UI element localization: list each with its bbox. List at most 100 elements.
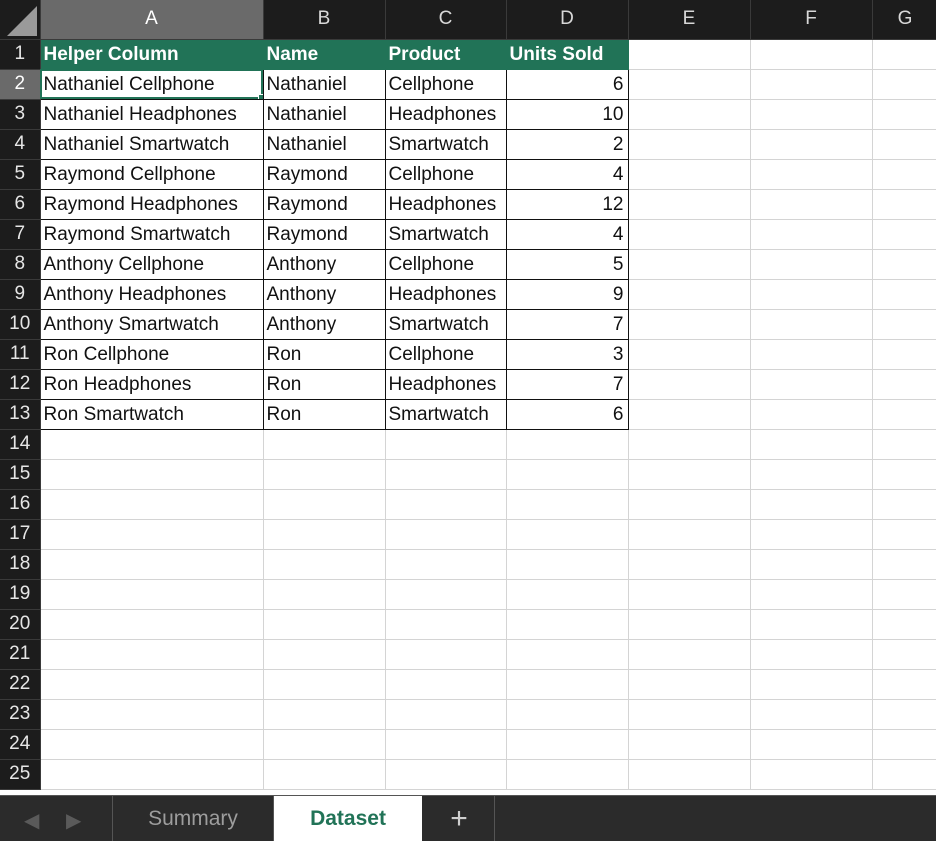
cell-b10[interactable]: Anthony: [262, 308, 386, 340]
cell-a8[interactable]: Anthony Cellphone: [39, 248, 264, 280]
cell-f15[interactable]: [750, 459, 873, 490]
fill-handle[interactable]: [257, 93, 262, 98]
row-header-6[interactable]: 6: [0, 189, 41, 220]
cell-b1[interactable]: Name: [262, 38, 386, 70]
cell-g20[interactable]: [872, 609, 936, 640]
cell-c5[interactable]: Cellphone: [384, 158, 507, 190]
cell-f11[interactable]: [750, 339, 873, 370]
cell-f6[interactable]: [750, 189, 873, 220]
cell-f16[interactable]: [750, 489, 873, 520]
row-header-23[interactable]: 23: [0, 699, 41, 730]
row-header-7[interactable]: 7: [0, 219, 41, 250]
column-header-g[interactable]: G: [872, 0, 936, 40]
cell-g13[interactable]: [872, 399, 936, 430]
select-all-corner[interactable]: [0, 0, 41, 40]
cell-g11[interactable]: [872, 339, 936, 370]
cell-c20[interactable]: [385, 609, 507, 640]
cell-f17[interactable]: [750, 519, 873, 550]
cell-c4[interactable]: Smartwatch: [384, 128, 507, 160]
cell-b19[interactable]: [263, 579, 386, 610]
cell-b25[interactable]: [263, 759, 386, 790]
cell-g22[interactable]: [872, 669, 936, 700]
cell-c24[interactable]: [385, 729, 507, 760]
cell-c1[interactable]: Product: [384, 38, 507, 70]
cell-e13[interactable]: [628, 399, 751, 430]
cell-f2[interactable]: [750, 69, 873, 100]
cell-a24[interactable]: [40, 729, 264, 760]
cell-c2[interactable]: Cellphone: [384, 68, 507, 100]
row-header-16[interactable]: 16: [0, 489, 41, 520]
cell-f12[interactable]: [750, 369, 873, 400]
cell-g10[interactable]: [872, 309, 936, 340]
cell-a19[interactable]: [40, 579, 264, 610]
cell-b6[interactable]: Raymond: [262, 188, 386, 220]
cell-e5[interactable]: [628, 159, 751, 190]
cell-e20[interactable]: [628, 609, 751, 640]
cell-d18[interactable]: [506, 549, 629, 580]
cell-g12[interactable]: [872, 369, 936, 400]
row-header-19[interactable]: 19: [0, 579, 41, 610]
cell-f13[interactable]: [750, 399, 873, 430]
row-header-14[interactable]: 14: [0, 429, 41, 460]
cell-g5[interactable]: [872, 159, 936, 190]
cell-d6[interactable]: 12: [505, 188, 629, 220]
cell-b18[interactable]: [263, 549, 386, 580]
cell-a11[interactable]: Ron Cellphone: [39, 338, 264, 370]
cell-f20[interactable]: [750, 609, 873, 640]
cell-c10[interactable]: Smartwatch: [384, 308, 507, 340]
cell-g23[interactable]: [872, 699, 936, 730]
cell-e24[interactable]: [628, 729, 751, 760]
cell-b15[interactable]: [263, 459, 386, 490]
cell-d10[interactable]: 7: [505, 308, 629, 340]
cell-d24[interactable]: [506, 729, 629, 760]
row-header-15[interactable]: 15: [0, 459, 41, 490]
cell-f18[interactable]: [750, 549, 873, 580]
cell-f3[interactable]: [750, 99, 873, 130]
cell-b14[interactable]: [263, 429, 386, 460]
cell-d7[interactable]: 4: [505, 218, 629, 250]
row-header-5[interactable]: 5: [0, 159, 41, 190]
cell-e7[interactable]: [628, 219, 751, 250]
row-header-22[interactable]: 22: [0, 669, 41, 700]
cell-d25[interactable]: [506, 759, 629, 790]
cell-g19[interactable]: [872, 579, 936, 610]
cell-a1[interactable]: Helper Column: [39, 38, 264, 70]
cell-d14[interactable]: [506, 429, 629, 460]
row-header-18[interactable]: 18: [0, 549, 41, 580]
cell-e6[interactable]: [628, 189, 751, 220]
cell-d16[interactable]: [506, 489, 629, 520]
cell-d4[interactable]: 2: [505, 128, 629, 160]
cell-g2[interactable]: [872, 69, 936, 100]
cell-d20[interactable]: [506, 609, 629, 640]
cell-c9[interactable]: Headphones: [384, 278, 507, 310]
row-header-21[interactable]: 21: [0, 639, 41, 670]
cell-g14[interactable]: [872, 429, 936, 460]
cell-d2[interactable]: 6: [505, 68, 629, 100]
cell-b11[interactable]: Ron: [262, 338, 386, 370]
cell-e1[interactable]: [628, 39, 751, 70]
cell-c17[interactable]: [385, 519, 507, 550]
cell-e12[interactable]: [628, 369, 751, 400]
cell-d8[interactable]: 5: [505, 248, 629, 280]
cell-e3[interactable]: [628, 99, 751, 130]
cell-d12[interactable]: 7: [505, 368, 629, 400]
cell-e22[interactable]: [628, 669, 751, 700]
cell-b9[interactable]: Anthony: [262, 278, 386, 310]
cell-g3[interactable]: [872, 99, 936, 130]
column-header-a[interactable]: A: [40, 0, 264, 40]
row-header-3[interactable]: 3: [0, 99, 41, 130]
cell-a25[interactable]: [40, 759, 264, 790]
cell-c11[interactable]: Cellphone: [384, 338, 507, 370]
cell-e4[interactable]: [628, 129, 751, 160]
cell-a12[interactable]: Ron Headphones: [39, 368, 264, 400]
cell-f10[interactable]: [750, 309, 873, 340]
cell-a6[interactable]: Raymond Headphones: [39, 188, 264, 220]
row-header-25[interactable]: 25: [0, 759, 41, 790]
cell-d1[interactable]: Units Sold: [505, 38, 629, 70]
cell-f19[interactable]: [750, 579, 873, 610]
cell-f8[interactable]: [750, 249, 873, 280]
cell-d3[interactable]: 10: [505, 98, 629, 130]
cell-a2[interactable]: Nathaniel Cellphone: [39, 68, 264, 100]
cell-a23[interactable]: [40, 699, 264, 730]
cell-e10[interactable]: [628, 309, 751, 340]
